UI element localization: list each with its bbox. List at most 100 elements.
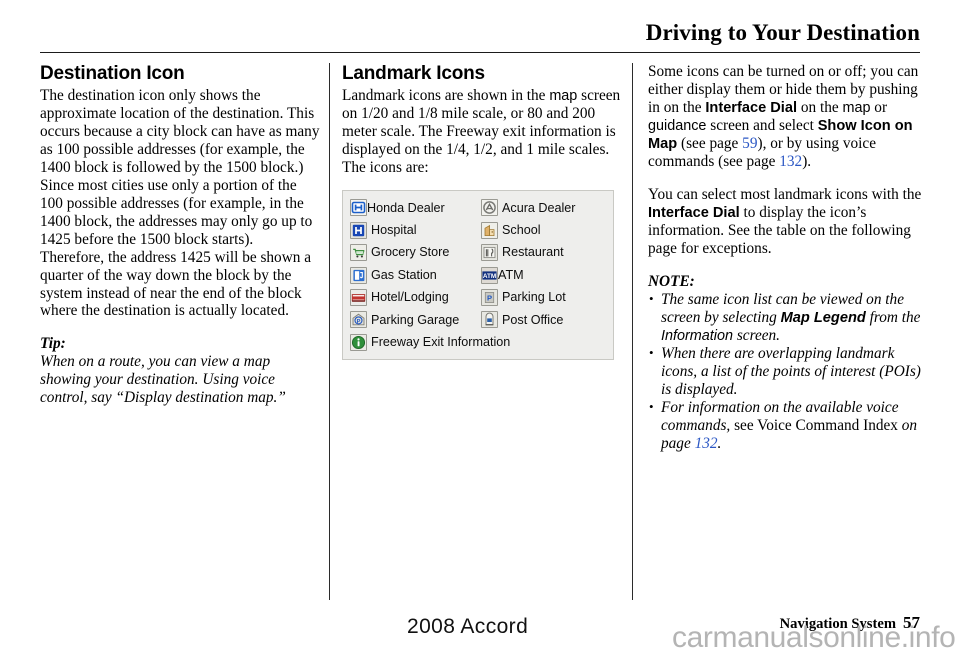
svg-text:ATM: ATM (483, 272, 496, 279)
legend-entry-freeway-exit-information: Freeway Exit Information (350, 333, 612, 351)
parking-lot-icon: P (481, 288, 498, 306)
para1-text3: or (870, 98, 888, 116)
grocery-store-icon (350, 244, 367, 262)
map-screen-term: map (842, 99, 871, 116)
hotel-lodging-icon (350, 288, 367, 306)
legend-label: Parking Garage (371, 312, 460, 327)
interface-dial-term: Interface Dial (705, 99, 798, 116)
table-row: Gas Station ATM ATM (350, 264, 608, 286)
information-screen-term: Information (661, 328, 733, 345)
guidance-screen-term: guidance (648, 118, 707, 135)
tip-label: Tip: (40, 335, 66, 353)
para2-text1: You can select most landmark icons with … (648, 186, 922, 204)
legend-label: Post Office (502, 312, 564, 327)
destination-icon-paragraph: The destination icon only shows the appr… (40, 86, 320, 320)
note2-text1: When there are overlapping landmark icon… (661, 345, 921, 399)
legend-label: Gas Station (371, 267, 437, 282)
legend-entry-atm: ATM ATM (481, 266, 612, 284)
gas-station-icon (350, 266, 367, 284)
school-icon (481, 221, 498, 239)
map-screen-term: map (549, 87, 578, 104)
legend-label: Freeway Exit Information (371, 334, 511, 349)
honda-dealer-icon (350, 199, 367, 217)
note3-text2: see Voice Command Index (730, 417, 902, 435)
page-link-132[interactable]: 132 (695, 435, 718, 452)
note-label: NOTE: (648, 273, 695, 291)
landmark-icons-heading: Landmark Icons (342, 63, 485, 84)
legend-label: ATM (498, 267, 524, 282)
para1-text2: on the (797, 98, 843, 116)
table-row: Hospital School (350, 219, 608, 241)
acura-dealer-icon (481, 199, 498, 217)
restaurant-icon (481, 244, 498, 262)
manual-page: Driving to Your Destination Destination … (0, 0, 960, 655)
legend-label: Acura Dealer (502, 200, 576, 215)
landmark-icons-paragraph: Landmark icons are shown in the map scre… (342, 87, 627, 177)
footer-model-year: 2008 Accord (407, 615, 529, 638)
legend-entry-honda-dealer: Honda Dealer (350, 199, 481, 217)
list-item: The same icon list can be viewed on the … (648, 291, 926, 345)
note3-text4: . (717, 435, 722, 453)
page-title: Driving to Your Destination (645, 20, 920, 45)
para1-text5: (see page (677, 135, 743, 153)
legend-entry-school: School (481, 221, 612, 239)
legend-label: Hospital (371, 222, 417, 237)
column-divider-right (632, 63, 633, 600)
table-row: Honda Dealer Acura Dealer (350, 197, 608, 219)
interface-dial-term: Interface Dial (648, 205, 740, 222)
freeway-exit-information-icon (350, 333, 367, 351)
legend-label: Parking Lot (502, 290, 566, 305)
legend-entry-grocery-store: Grocery Store (350, 244, 481, 262)
table-row: P Parking Garage Post Office (350, 309, 608, 331)
legend-entry-hospital: Hospital (350, 221, 481, 239)
landmark-icon-legend-table: Honda Dealer Acura Dealer Hospital Schoo… (342, 189, 614, 361)
select-landmark-icons-paragraph: You can select most landmark icons with … (648, 186, 926, 258)
table-row: Freeway Exit Information (350, 331, 608, 353)
legend-entry-restaurant: Restaurant (481, 244, 612, 262)
legend-label: School (502, 222, 541, 237)
legend-entry-hotel-lodging: Hotel/Lodging (350, 288, 481, 306)
parking-garage-icon: P (350, 311, 367, 329)
note-list: The same icon list can be viewed on the … (648, 291, 926, 453)
list-item: For information on the available voice c… (648, 399, 926, 453)
table-row: Grocery Store Restaurant (350, 241, 608, 263)
atm-icon: ATM (481, 266, 498, 284)
note1-text3: screen. (733, 327, 781, 345)
para1-text7: ). (802, 153, 812, 171)
footer-page-number: 57 (903, 613, 920, 632)
note1-text2: from the (865, 309, 921, 327)
hospital-icon (350, 221, 367, 239)
legend-entry-acura-dealer: Acura Dealer (481, 199, 612, 217)
legend-entry-parking-garage: P Parking Garage (350, 311, 481, 329)
page-link-59[interactable]: 59 (742, 135, 757, 152)
list-item: When there are overlapping landmark icon… (648, 345, 926, 399)
svg-text:P: P (487, 294, 492, 303)
map-legend-term: Map Legend (780, 310, 866, 327)
icons-on-off-paragraph: Some icons can be turned on or off; you … (648, 63, 926, 171)
post-office-icon (481, 311, 498, 329)
landmark-intro-part1: Landmark icons are shown in the (342, 86, 550, 104)
header-divider-rule (40, 52, 920, 53)
right-column: Some icons can be turned on or off; you … (648, 63, 926, 453)
page-header: Driving to Your Destination (40, 20, 920, 45)
middle-column: Landmark Icons Landmark icons are shown … (342, 63, 627, 361)
legend-label: Hotel/Lodging (371, 290, 449, 305)
para1-text4: screen and select (706, 117, 818, 135)
legend-entry-gas-station: Gas Station (350, 266, 481, 284)
destination-icon-heading: Destination Icon (40, 63, 185, 84)
legend-label: Honda Dealer (367, 200, 445, 215)
footer-section-name: Navigation System (779, 616, 896, 632)
tip-paragraph: When on a route, you can view a map show… (40, 353, 286, 407)
legend-entry-parking-lot: P Parking Lot (481, 288, 612, 306)
legend-label: Restaurant (502, 245, 564, 260)
page-link-132[interactable]: 132 (779, 153, 802, 170)
legend-entry-post-office: Post Office (481, 311, 612, 329)
footer-section-and-page: Navigation System 57 (780, 613, 920, 633)
legend-label: Grocery Store (371, 245, 450, 260)
table-row: Hotel/Lodging P Parking Lot (350, 286, 608, 308)
column-divider-left (329, 63, 330, 600)
svg-text:P: P (357, 319, 361, 325)
